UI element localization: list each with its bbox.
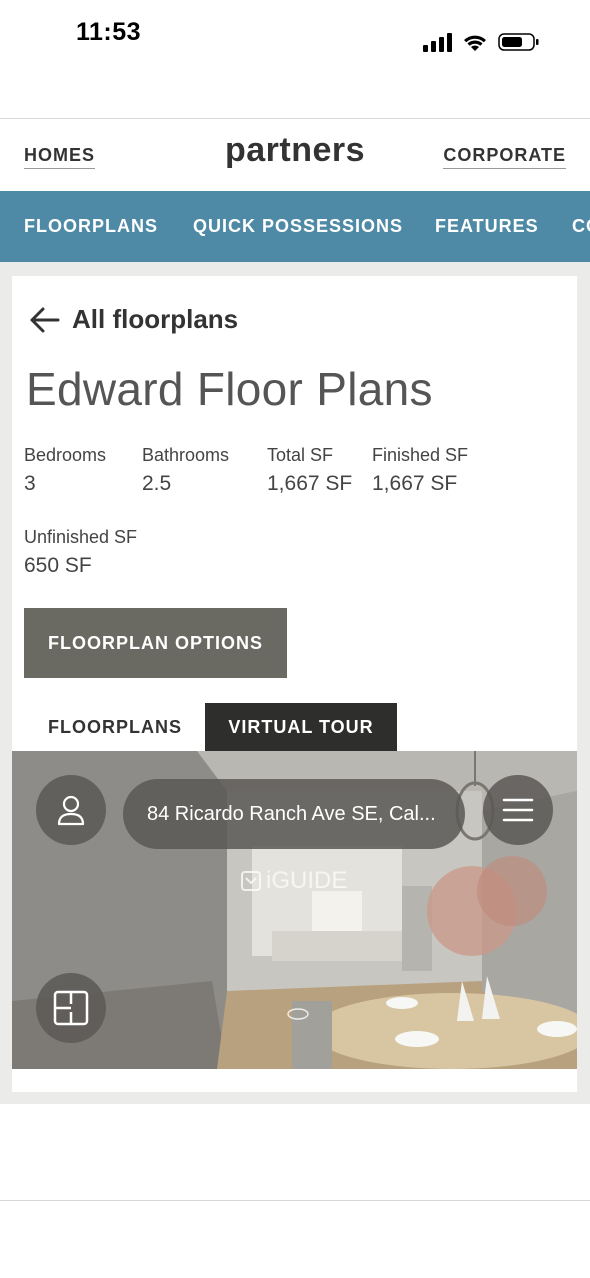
spec-value: 2.5 [142,472,172,495]
homes-link[interactable]: HOMES [24,145,96,169]
spec-label: Bathrooms [142,445,230,465]
iguide-watermark: iGUIDE [240,867,347,895]
content-background: All floorplans Edward Floor Plans Bedroo… [0,262,590,1104]
user-profile-button[interactable] [36,775,106,845]
spec-value: 650 SF [24,554,92,577]
floorplan-toggle-button[interactable] [36,973,106,1043]
section-tab-bar: FLOORPLANS QUICK POSSESSIONS FEATURES CO [0,191,590,262]
spec-label: Unfinished SF [24,527,138,547]
spec-finished-sf: Finished SF 1,667 SF [372,445,468,496]
wifi-icon [464,35,486,51]
spec-label: Total SF [267,445,334,465]
back-link-label: All floorplans [72,304,239,334]
spec-bedrooms: Bedrooms 3 [24,445,106,496]
spec-value: 1,667 SF [267,472,353,495]
brand-logo[interactable]: partners [225,131,365,169]
spec-unfinished-sf: Unfinished SF 650 SF [24,527,137,578]
footer-divider [0,1200,590,1201]
signal-icon [423,32,452,52]
virtual-tour-viewer[interactable]: 84 Ricardo Ranch Ave SE, Cal... iGUIDE [12,751,577,1069]
spec-total-sf: Total SF 1,667 SF [267,445,352,496]
spec-label: Bedrooms [24,445,107,465]
status-icons [423,32,540,52]
view-tab-virtual-tour[interactable]: VIRTUAL TOUR [205,703,397,751]
corporate-link[interactable]: CORPORATE [443,145,566,169]
iguide-watermark-text: iGUIDE [266,867,348,894]
battery-icon [498,33,539,51]
tab-quick-possessions[interactable]: QUICK POSSESSIONS [193,216,403,237]
spec-label: Finished SF [372,445,469,465]
back-to-floorplans-link[interactable]: All floorplans [28,304,238,335]
floorplan-options-button[interactable]: FLOORPLAN OPTIONS [24,608,287,678]
hamburger-menu-icon [502,798,534,822]
tour-menu-button[interactable] [483,775,553,845]
spec-value: 3 [24,472,36,495]
top-nav: HOMES partners CORPORATE [0,119,590,191]
view-tab-floorplans[interactable]: FLOORPLANS [26,703,204,751]
status-bar: 11:53 [0,0,590,118]
arrow-left-icon [30,307,60,332]
floorplan-card: All floorplans Edward Floor Plans Bedroo… [12,276,577,1092]
page-title: Edward Floor Plans [26,363,433,415]
spec-bathrooms: Bathrooms 2.5 [142,445,229,496]
tab-overflow[interactable]: CO [572,216,590,237]
tab-floorplans[interactable]: FLOORPLANS [24,216,158,237]
spec-value: 1,667 SF [372,472,458,495]
tour-address-pill[interactable]: 84 Ricardo Ranch Ave SE, Cal... [123,779,465,849]
status-time: 11:53 [76,18,142,46]
floorplan-icon [53,990,89,1026]
user-icon [57,795,85,826]
tab-features[interactable]: FEATURES [435,216,539,237]
iguide-logo-icon [241,871,261,891]
